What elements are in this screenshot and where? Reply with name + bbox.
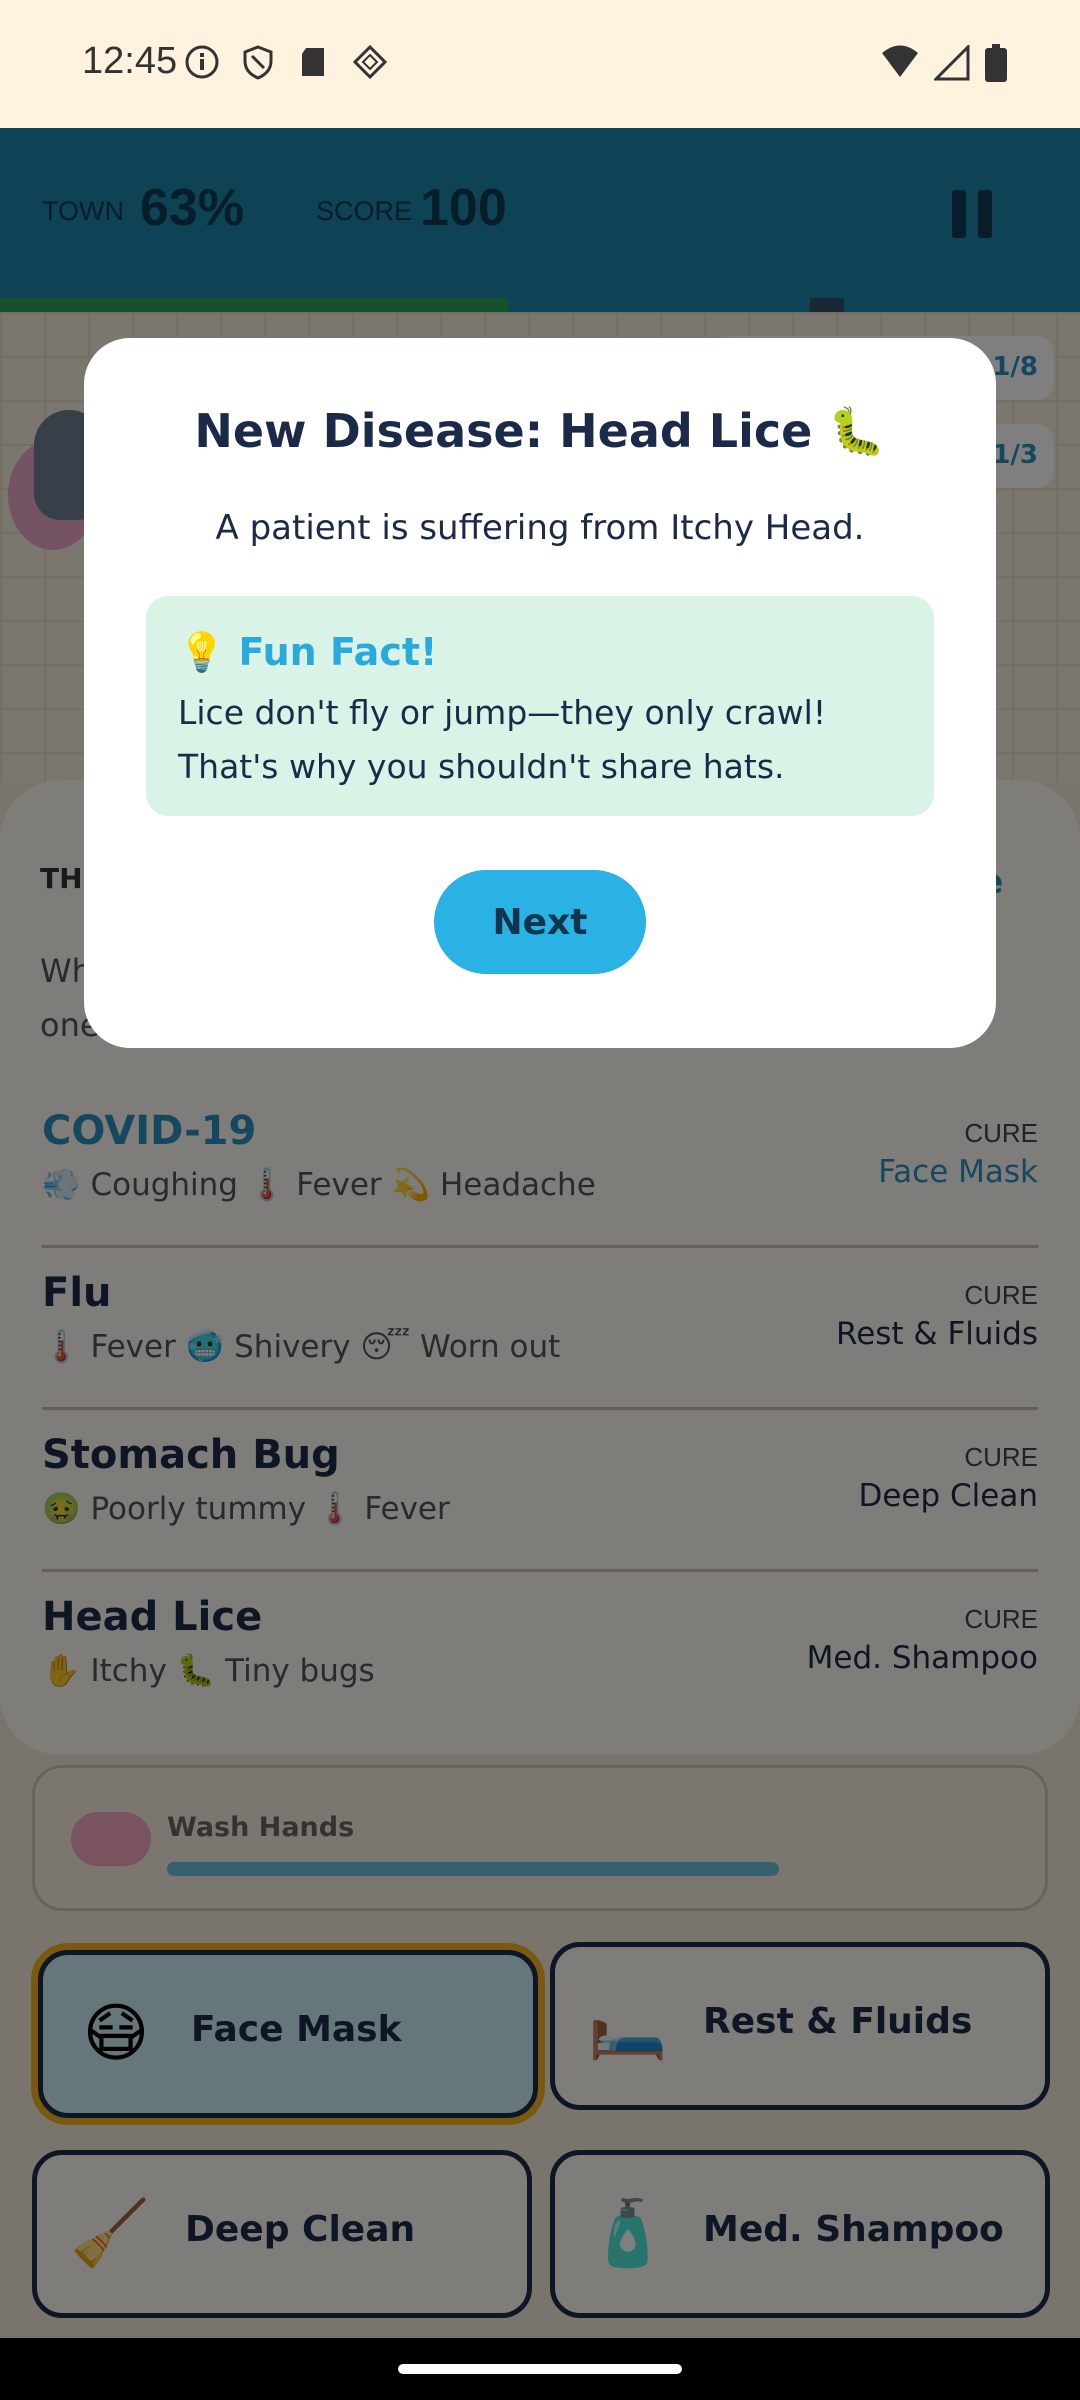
dialog-message: A patient is suffering from Itchy Head. (215, 508, 865, 548)
sd-card-icon (296, 44, 332, 84)
info-icon (184, 44, 220, 84)
wifi-icon (880, 45, 920, 85)
status-bar: 12:45 (0, 0, 1080, 128)
home-gesture-handle[interactable] (398, 2364, 682, 2374)
fun-fact-heading: 💡 Fun Fact! (178, 630, 438, 674)
diamond-grid-icon (352, 44, 388, 84)
shield-icon (240, 44, 276, 84)
fun-fact-box: 💡 Fun Fact! Lice don't fly or jump—they … (146, 596, 934, 816)
new-disease-dialog: New Disease: Head Lice 🐛 A patient is su… (84, 338, 996, 1048)
status-right-icons (880, 43, 1008, 86)
status-time: 12:45 (82, 40, 178, 82)
dialog-title: New Disease: Head Lice 🐛 (194, 404, 886, 458)
next-button[interactable]: Next (434, 870, 646, 974)
battery-icon (984, 44, 1008, 86)
fun-fact-text: Lice don't fly or jump—they only crawl! … (178, 693, 827, 786)
status-left-icons (184, 44, 388, 84)
signal-icon (932, 43, 970, 85)
navigation-bar (0, 2338, 1080, 2400)
